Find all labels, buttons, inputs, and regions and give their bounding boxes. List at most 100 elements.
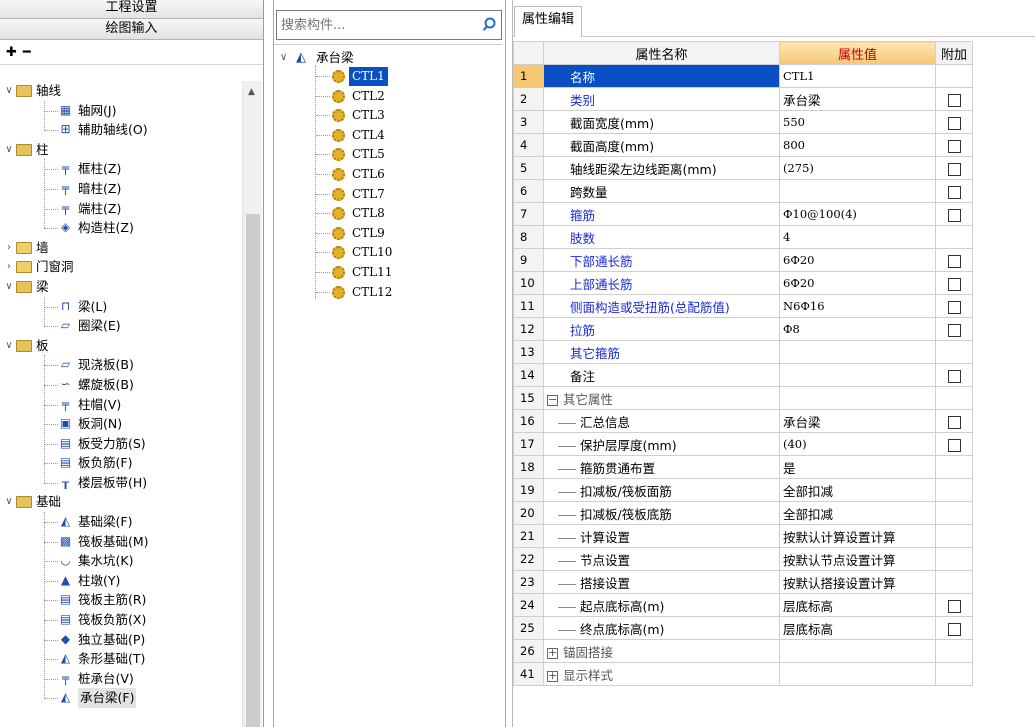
- property-row[interactable]: 6 跨数量: [513, 179, 973, 203]
- property-row[interactable]: 2 类别 承台梁: [513, 87, 973, 111]
- property-row[interactable]: 9 下部通长筋 6Ф20: [513, 248, 973, 272]
- property-name-cell[interactable]: 计算设置: [543, 524, 780, 548]
- property-row[interactable]: 14 备注: [513, 363, 973, 387]
- scroll-thumb[interactable]: [246, 214, 260, 727]
- tab-property-edit[interactable]: 属性编辑: [514, 6, 583, 37]
- chevron-down-icon[interactable]: ∨: [4, 336, 14, 356]
- property-name-cell[interactable]: 节点设置: [543, 547, 780, 571]
- property-name-cell[interactable]: 下部通长筋: [543, 248, 780, 272]
- property-name-cell[interactable]: 轴线距梁左边线距离(mm): [543, 156, 780, 180]
- tree-item[interactable]: ⊞ 辅助轴线(O): [0, 120, 262, 140]
- property-row[interactable]: 41 + 显示样式: [513, 662, 973, 686]
- search-input[interactable]: [277, 11, 473, 39]
- tree-item[interactable]: ╤ 端柱(Z): [0, 199, 262, 219]
- property-name-cell[interactable]: 箍筋: [543, 202, 780, 226]
- tree-item[interactable]: ▱ 现浇板(B): [0, 355, 262, 375]
- tree-item[interactable]: ▤ 筏板负筋(X): [0, 610, 262, 630]
- property-name-cell[interactable]: 类别: [543, 87, 780, 111]
- extra-checkbox[interactable]: [947, 208, 961, 222]
- expand-icon[interactable]: +: [547, 670, 558, 682]
- property-value-cell[interactable]: Ф10@100(4): [779, 202, 936, 226]
- tree-item[interactable]: ╤ 桩承台(V): [0, 669, 262, 689]
- property-row[interactable]: 17 保护层厚度(mm) (40): [513, 432, 973, 456]
- property-value-cell[interactable]: Ф8: [779, 317, 936, 341]
- property-name-cell[interactable]: + 显示样式: [543, 662, 780, 686]
- property-name-cell[interactable]: 扣减板/筏板面筋: [543, 478, 780, 502]
- extra-checkbox[interactable]: [947, 93, 961, 107]
- tab-drawing-input[interactable]: 绘图输入: [0, 19, 263, 40]
- property-value-cell[interactable]: 承台梁: [779, 87, 936, 111]
- chevron-down-icon[interactable]: ∨: [4, 140, 14, 160]
- property-name-cell[interactable]: 保护层厚度(mm): [543, 432, 780, 456]
- extra-checkbox[interactable]: [947, 162, 961, 176]
- property-row[interactable]: 25 终点底标高(m) 层底标高: [513, 616, 973, 640]
- tree-item[interactable]: ◭ 条形基础(T): [0, 649, 262, 669]
- property-row[interactable]: 5 轴线距梁左边线距离(mm) (275): [513, 156, 973, 180]
- tree-item[interactable]: ▩ 筏板基础(M): [0, 532, 262, 552]
- property-value-cell[interactable]: 按默认搭接设置计算: [779, 570, 936, 594]
- property-row[interactable]: 3 截面宽度(mm) 550: [513, 110, 973, 134]
- tree-item[interactable]: ◡ 集水坑(K): [0, 551, 262, 571]
- property-value-cell[interactable]: [779, 363, 936, 387]
- tree-item[interactable]: ╤ 框柱(Z): [0, 159, 262, 179]
- property-name-cell[interactable]: 截面高度(mm): [543, 133, 780, 157]
- extra-checkbox[interactable]: [947, 139, 961, 153]
- extra-checkbox[interactable]: [947, 438, 961, 452]
- expand-all-icon[interactable]: ✚: [6, 45, 17, 60]
- property-name-cell[interactable]: 名称: [543, 64, 780, 88]
- scroll-up-icon[interactable]: ▲: [248, 87, 255, 97]
- tree-folder[interactable]: ∨ 板: [0, 336, 262, 356]
- property-name-cell[interactable]: 上部通长筋: [543, 271, 780, 295]
- tree-folder[interactable]: › 门窗洞: [0, 257, 262, 277]
- tree-folder[interactable]: ∨ 柱: [0, 140, 262, 160]
- property-value-cell[interactable]: 550: [779, 110, 936, 134]
- property-name-cell[interactable]: 其它箍筋: [543, 340, 780, 364]
- property-name-cell[interactable]: 起点底标高(m): [543, 593, 780, 617]
- tree-item[interactable]: ▣ 板洞(N): [0, 414, 262, 434]
- tree-item[interactable]: ┰ 楼层板带(H): [0, 473, 262, 493]
- property-value-cell[interactable]: 承台梁: [779, 409, 936, 433]
- tree-item[interactable]: ╤ 暗柱(Z): [0, 179, 262, 199]
- property-name-cell[interactable]: 搭接设置: [543, 570, 780, 594]
- tree-item[interactable]: ╤ 柱帽(V): [0, 395, 262, 415]
- property-row[interactable]: 26 + 锚固搭接: [513, 639, 973, 663]
- property-row[interactable]: 12 拉筋 Ф8: [513, 317, 973, 341]
- property-name-cell[interactable]: 跨数量: [543, 179, 780, 203]
- property-name-cell[interactable]: 终点底标高(m): [543, 616, 780, 640]
- extra-checkbox[interactable]: [947, 185, 961, 199]
- property-row[interactable]: 15− 其它属性: [513, 386, 973, 410]
- tree-folder[interactable]: › 墙: [0, 238, 262, 258]
- chevron-down-icon[interactable]: ∨: [4, 492, 14, 512]
- property-row[interactable]: 18 箍筋贯通布置 是: [513, 455, 973, 479]
- property-row[interactable]: 16 汇总信息 承台梁: [513, 409, 973, 433]
- property-value-cell[interactable]: 4: [779, 225, 936, 249]
- property-name-cell[interactable]: 侧面构造或受扭筋(总配筋值): [543, 294, 780, 318]
- property-value-cell[interactable]: [779, 340, 936, 364]
- tree-folder[interactable]: ∨ 梁: [0, 277, 262, 297]
- tree-item[interactable]: ◭ 承台梁(F): [0, 688, 262, 708]
- property-name-cell[interactable]: 截面宽度(mm): [543, 110, 780, 134]
- tree-folder[interactable]: ∨ 基础: [0, 492, 262, 512]
- property-row[interactable]: 11 侧面构造或受扭筋(总配筋值) N6Ф16: [513, 294, 973, 318]
- property-row[interactable]: 24 起点底标高(m) 层底标高: [513, 593, 973, 617]
- tree-item[interactable]: ▱ 圈梁(E): [0, 316, 262, 336]
- chevron-right-icon[interactable]: ›: [4, 238, 14, 258]
- property-value-cell[interactable]: 是: [779, 455, 936, 479]
- extra-checkbox[interactable]: [947, 116, 961, 130]
- property-row[interactable]: 1 名称 CTL1: [513, 64, 973, 88]
- extra-checkbox[interactable]: [947, 254, 961, 268]
- property-value-cell[interactable]: 全部扣减: [779, 478, 936, 502]
- property-value-cell[interactable]: [779, 662, 936, 686]
- property-name-cell[interactable]: + 锚固搭接: [543, 639, 780, 663]
- tab-project-settings[interactable]: 工程设置: [0, 0, 263, 19]
- property-row[interactable]: 13 其它箍筋: [513, 340, 973, 364]
- property-value-cell[interactable]: CTL1: [779, 64, 936, 88]
- property-name-cell[interactable]: 肢数: [543, 225, 780, 249]
- property-value-cell[interactable]: [779, 386, 936, 410]
- property-name-cell[interactable]: 箍筋贯通布置: [543, 455, 780, 479]
- property-name-cell[interactable]: − 其它属性: [543, 386, 780, 410]
- property-row[interactable]: 10 上部通长筋 6Ф20: [513, 271, 973, 295]
- property-row[interactable]: 20 扣减板/筏板底筋 全部扣减: [513, 501, 973, 525]
- property-value-cell[interactable]: 6Ф20: [779, 271, 936, 295]
- nav-scrollbar[interactable]: ▲: [242, 81, 262, 727]
